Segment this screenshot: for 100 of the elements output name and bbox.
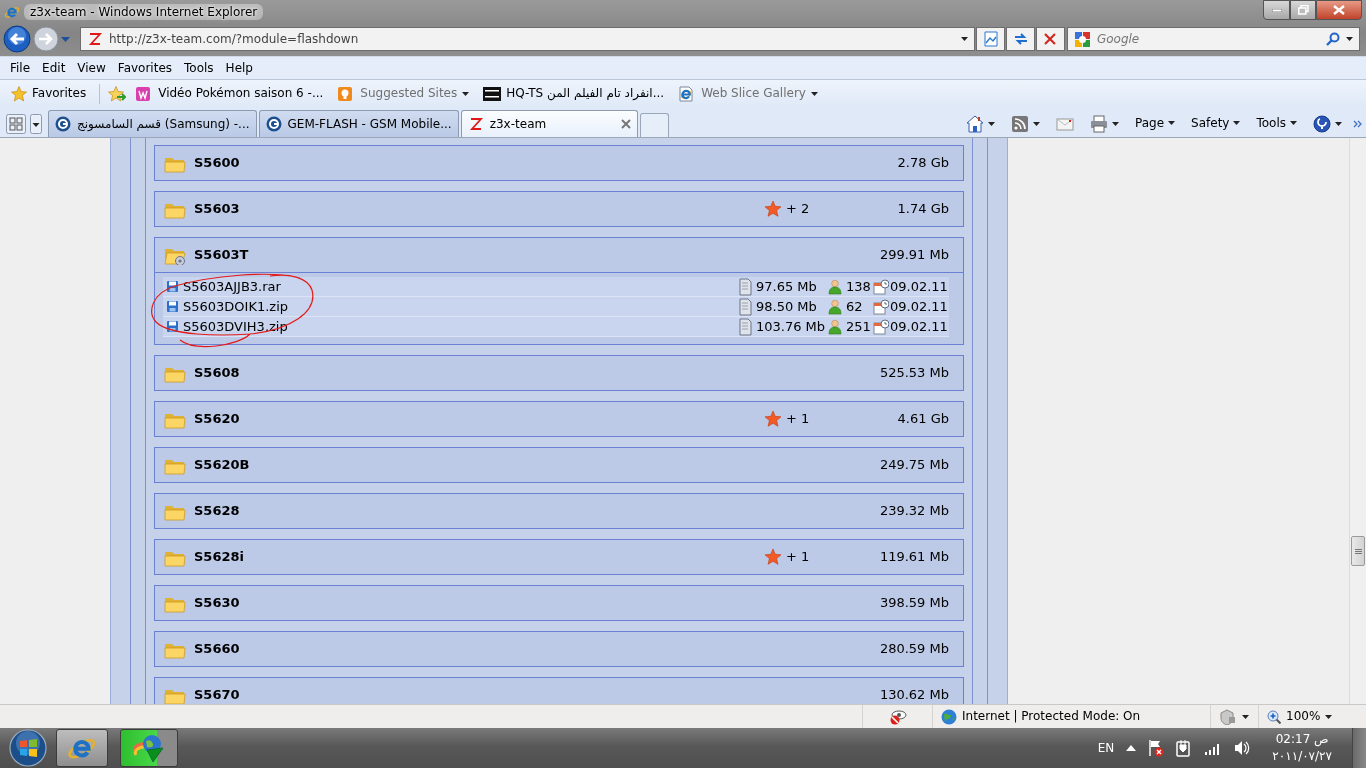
- quick-tabs-icon[interactable]: [6, 113, 26, 134]
- download-count: 251: [846, 318, 871, 335]
- chevron-icon[interactable]: [1353, 119, 1362, 128]
- stop-button[interactable]: [1035, 27, 1065, 51]
- user-icon: [828, 278, 842, 295]
- restore-button[interactable]: [1290, 0, 1316, 20]
- add-favorite-icon[interactable]: [108, 85, 127, 102]
- search-options-icon[interactable]: [1346, 37, 1353, 41]
- browser-tab[interactable]: GEM-FLASH - GSM Mobile...: [258, 110, 459, 137]
- close-tab-icon[interactable]: [620, 119, 631, 129]
- folder-size: 299.91 Mb: [878, 247, 949, 263]
- favorites-button[interactable]: Favorites: [6, 83, 92, 104]
- star-icon: [11, 85, 27, 102]
- folder-size: 239.32 Mb: [878, 503, 949, 519]
- show-desktop-button[interactable]: [1352, 728, 1366, 768]
- folder-header[interactable]: S5603 + 2 1.74 Gb: [155, 192, 963, 226]
- folder-header[interactable]: S5628i + 1 119.61 Mb: [155, 540, 963, 574]
- address-dropdown-icon[interactable]: [961, 37, 969, 41]
- favorites-link[interactable]: Suggested Sites: [332, 83, 475, 104]
- folder-header[interactable]: S5620B 249.75 Mb: [155, 448, 963, 482]
- command-menu[interactable]: Tools: [1251, 114, 1302, 133]
- minimize-button[interactable]: [1263, 0, 1290, 20]
- taskbar-button[interactable]: [56, 729, 108, 767]
- favorites-link[interactable]: HQ-TS انفراد تام الفيلم المن...: [478, 83, 670, 104]
- clock[interactable]: 02:17 ص ٢٠١١/٠٧/٢٧: [1272, 731, 1332, 765]
- star-icon: [765, 411, 781, 427]
- privacy-icon[interactable]: [888, 708, 907, 725]
- star-icon: [765, 201, 781, 217]
- search-input[interactable]: Google: [1096, 31, 1320, 47]
- favorites-link[interactable]: Web Slice Gallery: [673, 83, 823, 104]
- caret-icon: [810, 91, 818, 96]
- file-date: 09.02.11: [890, 318, 948, 335]
- start-button[interactable]: [8, 728, 48, 768]
- refresh-icon: [1012, 31, 1029, 47]
- caret-icon: [1168, 121, 1176, 126]
- folder-header[interactable]: S5630 398.59 Mb: [155, 586, 963, 620]
- folder-header[interactable]: S5608 525.53 Mb: [155, 356, 963, 390]
- folder-header[interactable]: S5660 280.59 Mb: [155, 632, 963, 666]
- download-count: 62: [846, 298, 863, 315]
- back-button[interactable]: [3, 25, 31, 53]
- search-icon[interactable]: [1326, 32, 1340, 46]
- folder-size: 4.61 Gb: [896, 411, 949, 427]
- file-size: 103.76 Mb: [756, 318, 826, 335]
- menu-item[interactable]: Edit: [36, 58, 72, 78]
- menu-item[interactable]: File: [4, 58, 37, 78]
- caret-icon: [1290, 121, 1297, 126]
- close-button[interactable]: [1316, 0, 1362, 20]
- browser-logo-icon: [4, 4, 20, 20]
- show-hidden-icons-icon[interactable]: [1126, 745, 1137, 751]
- address-input[interactable]: http://z3x-team.com/?module=flashdown: [109, 31, 956, 47]
- command-menu[interactable]: Safety: [1186, 114, 1246, 133]
- folder-size: 398.59 Mb: [878, 595, 949, 611]
- folder-header[interactable]: S5600 2.78 Gb: [155, 146, 963, 180]
- site-icon: [55, 116, 71, 132]
- language-indicator[interactable]: EN: [1097, 740, 1115, 756]
- forward-button[interactable]: [33, 26, 59, 52]
- taskbar-button[interactable]: [120, 729, 178, 767]
- file-link[interactable]: S5603DVIH3.zip: [183, 318, 288, 335]
- caret-icon: [462, 91, 470, 96]
- caret-icon: [1335, 121, 1342, 126]
- folder-header[interactable]: S5603T 299.91 Mb: [155, 238, 963, 272]
- caret-icon[interactable]: [1242, 714, 1249, 719]
- browser-tab[interactable]: z3x-team: [460, 110, 638, 137]
- file-link[interactable]: S5603DOIK1.zip: [183, 298, 289, 315]
- volume-icon[interactable]: [1234, 740, 1251, 756]
- calendar-clock-icon: [873, 318, 889, 335]
- browser-tab[interactable]: قسم السامسونج (Samsung) -...: [48, 110, 257, 137]
- restore-icon: [1297, 5, 1309, 15]
- star-icon: [765, 549, 781, 565]
- menu-item[interactable]: Favorites: [111, 58, 179, 78]
- power-plug-icon[interactable]: [1176, 739, 1193, 757]
- folder-header[interactable]: S5620 + 1 4.61 Gb: [155, 402, 963, 436]
- address-field[interactable]: http://z3x-team.com/?module=flashdown: [80, 27, 976, 51]
- file-link[interactable]: S5603AJJB3.rar: [183, 278, 281, 295]
- help-icon: [1313, 114, 1331, 133]
- menu-item[interactable]: View: [71, 58, 112, 78]
- rating-count: + 1: [786, 411, 810, 427]
- search-provider-icon: [1073, 30, 1091, 48]
- folder-header[interactable]: S5628 239.32 Mb: [155, 494, 963, 528]
- menu-item[interactable]: Help: [219, 58, 259, 78]
- file-date: 09.02.11: [890, 278, 948, 295]
- action-center-icon[interactable]: [1148, 739, 1165, 757]
- user-icon: [828, 298, 842, 315]
- home-icon: [966, 114, 984, 133]
- tab-list-icon[interactable]: [30, 113, 42, 134]
- calendar-clock-icon: [873, 298, 889, 315]
- window-title: z3x-team - Windows Internet Explorer: [24, 3, 264, 21]
- menu-item[interactable]: Tools: [178, 58, 220, 78]
- compatibility-view-button[interactable]: [976, 27, 1006, 51]
- favorites-link[interactable]: Vidéo Pokémon saison 6 -...: [130, 83, 329, 104]
- site-icon: [467, 116, 484, 132]
- zoom-icon: [1267, 709, 1281, 724]
- caret-icon: [988, 121, 995, 126]
- globe-icon: [941, 708, 957, 725]
- close-icon: [1333, 5, 1345, 15]
- search-field[interactable]: Google: [1066, 27, 1360, 51]
- refresh-button[interactable]: [1006, 27, 1035, 51]
- scrollbar[interactable]: [1349, 138, 1366, 704]
- command-menu[interactable]: Page: [1130, 114, 1181, 133]
- calendar-clock-icon: [873, 278, 889, 295]
